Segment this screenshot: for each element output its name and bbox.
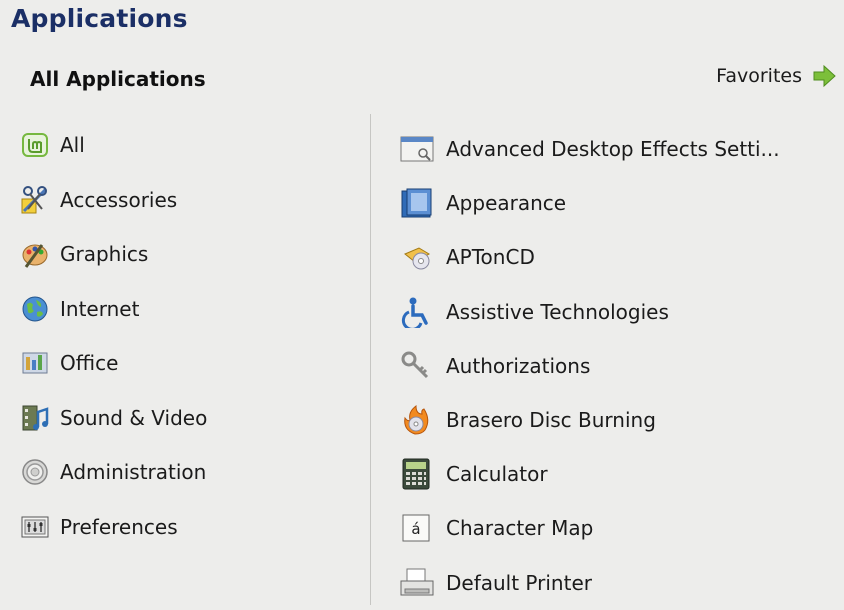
- mint-logo-icon: [20, 130, 50, 160]
- category-label: Graphics: [60, 242, 149, 267]
- appearance-icon: [398, 188, 436, 218]
- app-label: Brasero Disc Burning: [446, 408, 656, 433]
- category-label: Office: [60, 351, 119, 376]
- accessibility-icon: [398, 297, 436, 328]
- category-list: All Accessories Graphics Internet Office…: [20, 118, 360, 554]
- globe-icon: [20, 294, 50, 324]
- app-item-aptoncd[interactable]: APTonCD: [398, 230, 844, 284]
- disc-burning-icon: [398, 405, 436, 435]
- app-label: APTonCD: [446, 245, 535, 270]
- category-item-preferences[interactable]: Preferences: [20, 500, 360, 555]
- category-label: Sound & Video: [60, 405, 208, 430]
- app-item-advanced-desktop-effects[interactable]: Advanced Desktop Effects Setti...: [398, 122, 844, 176]
- category-item-sound-video[interactable]: Sound & Video: [20, 391, 360, 446]
- category-item-all[interactable]: All: [20, 118, 360, 173]
- app-label: Advanced Desktop Effects Setti...: [446, 137, 780, 162]
- app-item-appearance[interactable]: Appearance: [398, 176, 844, 230]
- favorites-button[interactable]: Favorites: [716, 64, 836, 88]
- preferences-icon: [20, 512, 50, 542]
- printer-icon: [398, 568, 436, 598]
- keys-icon: [398, 351, 436, 381]
- section-title: All Applications: [30, 67, 206, 91]
- category-label: Accessories: [60, 187, 178, 212]
- app-item-authorizations[interactable]: Authorizations: [398, 339, 844, 393]
- app-item-calculator[interactable]: Calculator: [398, 447, 844, 501]
- aptoncd-icon: [398, 242, 436, 272]
- category-item-administration[interactable]: Administration: [20, 445, 360, 500]
- page-title: Applications: [11, 4, 188, 33]
- app-item-brasero[interactable]: Brasero Disc Burning: [398, 393, 844, 447]
- character-map-icon: á: [398, 513, 436, 543]
- gear-icon: [20, 457, 50, 487]
- window-settings-icon: [398, 134, 436, 164]
- app-label: Authorizations: [446, 353, 591, 378]
- app-label: Character Map: [446, 516, 594, 541]
- office-icon: [20, 348, 50, 378]
- category-label: All: [60, 133, 85, 158]
- category-label: Preferences: [60, 514, 178, 539]
- accessories-icon: [20, 185, 50, 215]
- graphics-palette-icon: [20, 239, 50, 269]
- category-label: Internet: [60, 296, 140, 321]
- category-item-accessories[interactable]: Accessories: [20, 173, 360, 228]
- application-list: Advanced Desktop Effects Setti... Appear…: [398, 122, 844, 610]
- column-divider: [370, 114, 371, 605]
- film-music-icon: [20, 403, 50, 433]
- category-item-graphics[interactable]: Graphics: [20, 227, 360, 282]
- app-item-default-printer[interactable]: Default Printer: [398, 556, 844, 610]
- category-item-office[interactable]: Office: [20, 336, 360, 391]
- calculator-icon: [398, 458, 436, 490]
- app-label: Appearance: [446, 191, 567, 216]
- arrow-right-icon: [812, 64, 836, 88]
- app-label: Assistive Technologies: [446, 299, 669, 324]
- app-item-character-map[interactable]: á Character Map: [398, 501, 844, 555]
- category-label: Administration: [60, 460, 207, 485]
- app-label: Default Printer: [446, 570, 592, 595]
- svg-text:á: á: [411, 520, 420, 538]
- app-item-assistive-technologies[interactable]: Assistive Technologies: [398, 285, 844, 339]
- category-item-internet[interactable]: Internet: [20, 282, 360, 337]
- favorites-label: Favorites: [716, 65, 802, 87]
- app-label: Calculator: [446, 462, 548, 487]
